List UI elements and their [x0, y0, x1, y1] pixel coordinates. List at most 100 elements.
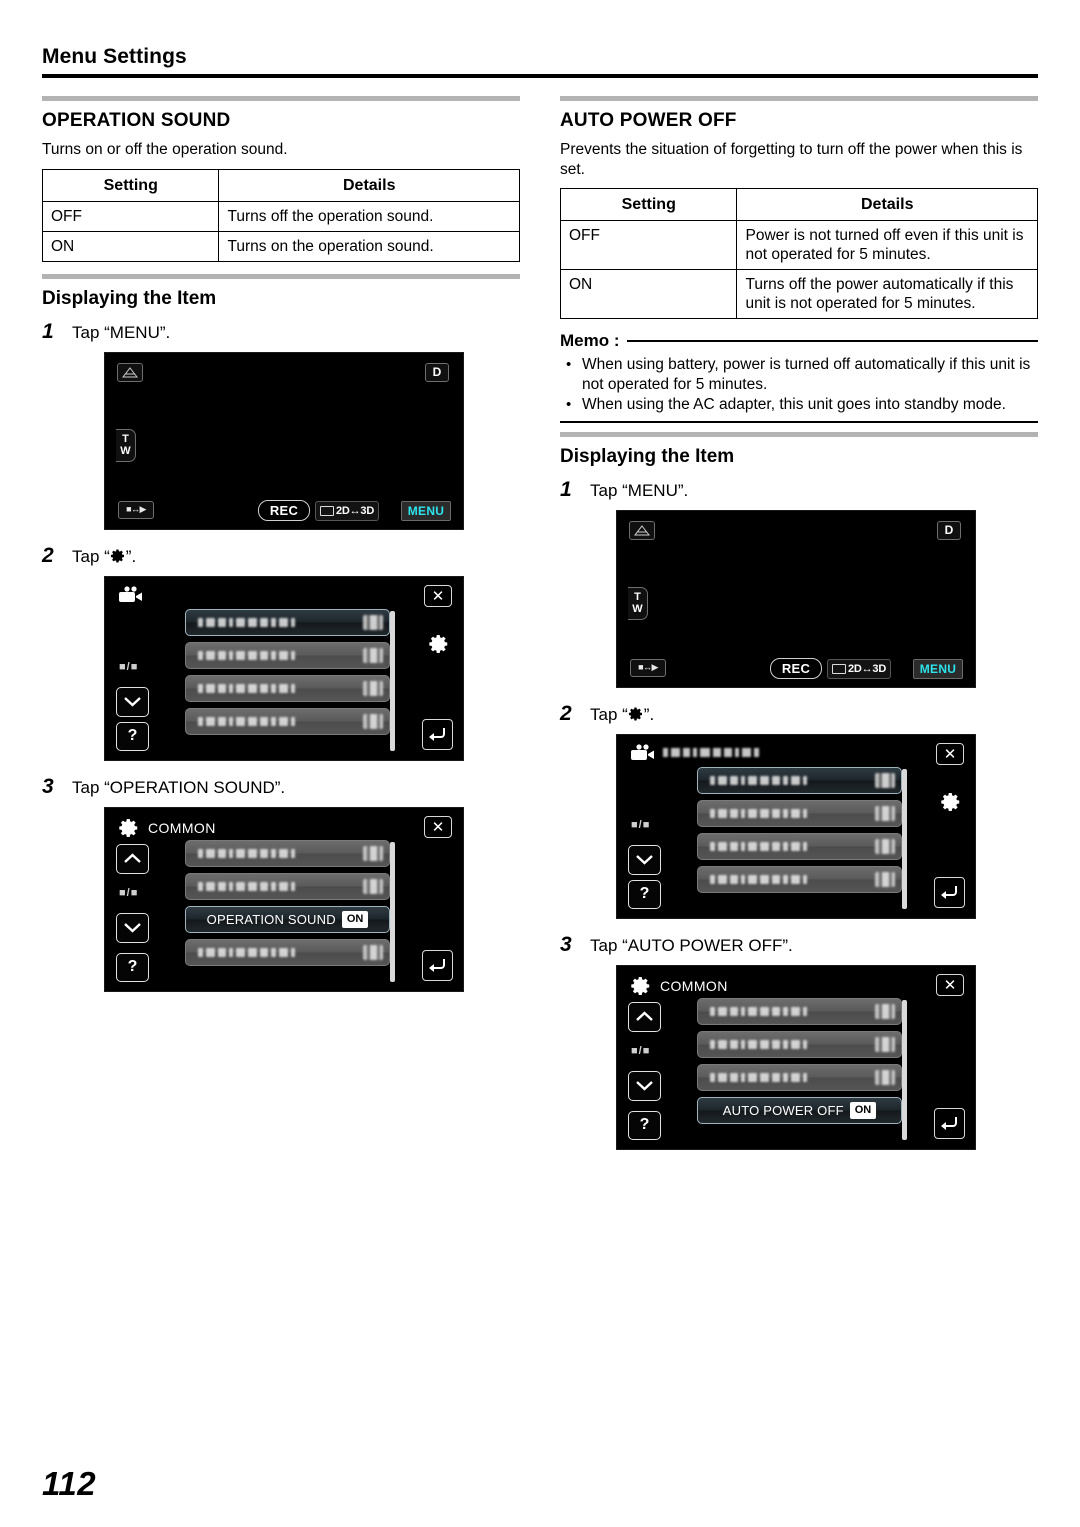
dim-2d3d-button[interactable]: 2D↔3D — [827, 658, 891, 679]
cell-details: Power is not turned off even if this uni… — [736, 220, 1038, 270]
menu-row[interactable] — [697, 766, 902, 794]
close-icon[interactable]: ✕ — [424, 584, 452, 607]
left-subsection-title: Displaying the Item — [42, 287, 217, 309]
recording-screen-2[interactable]: D T W ■↔▶ REC 2D↔3D MENU — [616, 509, 976, 688]
memo-list: When using battery, power is turned off … — [560, 355, 1038, 415]
dim-2d3d-button[interactable]: 2D↔3D — [315, 500, 379, 521]
table-header-row: Setting Details — [41, 168, 520, 202]
help-icon[interactable]: ? — [628, 879, 661, 909]
menu-row[interactable] — [185, 938, 390, 966]
record-play-toggle-icon[interactable]: ■↔▶ — [630, 658, 666, 677]
memo-item: When using the AC adapter, this unit goe… — [566, 395, 1038, 415]
table-row: ON Turns on the operation sound. — [41, 230, 520, 262]
back-icon[interactable] — [422, 949, 453, 981]
back-icon[interactable] — [934, 1107, 965, 1139]
menu-row-value-thumb — [875, 1036, 895, 1052]
menu-button[interactable]: MENU — [913, 658, 963, 679]
menu-row[interactable] — [185, 641, 390, 669]
scrollbar[interactable] — [902, 999, 907, 1140]
scrollbar[interactable] — [902, 768, 907, 909]
step-number: 3 — [560, 932, 572, 956]
menu-row[interactable] — [697, 799, 902, 827]
scrollbar[interactable] — [390, 841, 395, 982]
scroll-up-icon[interactable] — [116, 843, 149, 874]
zoom-tw-control[interactable]: T W — [116, 428, 136, 462]
menu-row-list — [185, 608, 390, 741]
manual-page: Menu Settings OPERATION SOUND Turns on o… — [0, 0, 1080, 1527]
menu-row[interactable] — [697, 1063, 902, 1091]
menu-row[interactable] — [185, 707, 390, 735]
menu-row[interactable] — [185, 839, 390, 867]
table-header-row: Setting Details — [559, 188, 1038, 221]
menu-row-placeholder-text — [710, 1039, 807, 1049]
menu-row[interactable] — [697, 865, 902, 893]
close-icon[interactable]: ✕ — [936, 742, 964, 765]
record-play-toggle-icon[interactable]: ■↔▶ — [118, 500, 154, 519]
tripod-icon — [117, 362, 143, 382]
menu-row-operation-sound[interactable]: OPERATION SOUND ON — [185, 905, 390, 933]
menu-row[interactable] — [697, 1030, 902, 1058]
cell-details: Turns on the operation sound. — [218, 230, 520, 262]
step-2: 2 Tap “ ”. — [42, 544, 520, 568]
step-number: 1 — [560, 477, 572, 501]
menu-row-value-thumb — [363, 614, 383, 630]
back-icon[interactable] — [422, 718, 453, 750]
page-indicator: ■/■ — [631, 1044, 651, 1057]
gear-icon — [118, 817, 140, 839]
scroll-down-icon[interactable] — [116, 686, 149, 717]
memo-end-rule — [560, 420, 1038, 423]
step-text-after: ”. — [643, 704, 655, 724]
dim-2d3d-label: 2D↔3D — [847, 662, 887, 675]
gear-icon[interactable] — [936, 788, 965, 817]
page-number: 112 — [42, 1465, 97, 1502]
menu-row-value-badge: ON — [341, 910, 369, 928]
step-number: 2 — [42, 543, 54, 567]
left-section-title: OPERATION SOUND — [42, 110, 231, 131]
gear-icon — [628, 706, 644, 722]
scroll-down-icon[interactable] — [116, 912, 149, 943]
step-text: Tap “ ”. — [590, 704, 654, 726]
scroll-down-icon[interactable] — [628, 1070, 661, 1101]
d-badge-icon: D — [937, 520, 961, 540]
recording-menu-screen-1[interactable]: ✕ ■/■ ? — [104, 575, 464, 761]
menu-row[interactable] — [697, 997, 902, 1025]
help-icon[interactable]: ? — [628, 1110, 661, 1140]
back-icon[interactable] — [934, 876, 965, 908]
page-title: Menu Settings — [42, 45, 187, 68]
subsection-divider-bar — [42, 273, 520, 279]
close-icon[interactable]: ✕ — [424, 815, 452, 838]
menu-row[interactable] — [185, 608, 390, 636]
menu-row-auto-power-off[interactable]: AUTO POWER OFF ON — [697, 1096, 902, 1124]
page-header: Menu Settings — [42, 44, 1038, 78]
zoom-tw-control[interactable]: T W — [628, 586, 648, 620]
tripod-icon — [629, 520, 655, 540]
cell-setting: ON — [41, 230, 220, 262]
cell-setting: OFF — [41, 200, 220, 232]
operation-sound-table: Setting Details OFF Turns off the operat… — [41, 168, 520, 262]
gear-icon[interactable] — [424, 630, 453, 659]
menu-title — [630, 743, 759, 762]
table-row: OFF Power is not turned off even if this… — [559, 220, 1038, 270]
memo-label: Memo : — [560, 331, 620, 350]
recording-menu-screen-2[interactable]: ✕ ■/■ ? — [616, 733, 976, 919]
menu-row-value-badge: ON — [849, 1101, 877, 1119]
menu-button[interactable]: MENU — [401, 500, 451, 521]
menu-row[interactable] — [697, 832, 902, 860]
scrollbar[interactable] — [390, 610, 395, 751]
right-section-title: AUTO POWER OFF — [560, 110, 737, 131]
help-icon[interactable]: ? — [116, 952, 149, 982]
menu-row[interactable] — [185, 872, 390, 900]
scroll-up-icon[interactable] — [628, 1001, 661, 1032]
common-menu-screen-2[interactable]: COMMON ✕ ■/■ ? AUTO POWER OFF ON — [616, 964, 976, 1150]
close-icon[interactable]: ✕ — [936, 973, 964, 996]
memo-rule — [626, 340, 1038, 342]
menu-row[interactable] — [185, 674, 390, 702]
menu-row-placeholder-text — [710, 808, 807, 818]
help-icon[interactable]: ? — [116, 721, 149, 751]
rec-button[interactable]: REC — [770, 657, 822, 679]
common-menu-screen-1[interactable]: COMMON ✕ ■/■ ? OPERATION SOUND ON — [104, 806, 464, 992]
menu-row-placeholder-text — [710, 841, 807, 851]
scroll-down-icon[interactable] — [628, 844, 661, 875]
rec-button[interactable]: REC — [258, 499, 310, 521]
recording-screen-1[interactable]: D T W ■↔▶ REC 2D↔3D MENU — [104, 351, 464, 530]
